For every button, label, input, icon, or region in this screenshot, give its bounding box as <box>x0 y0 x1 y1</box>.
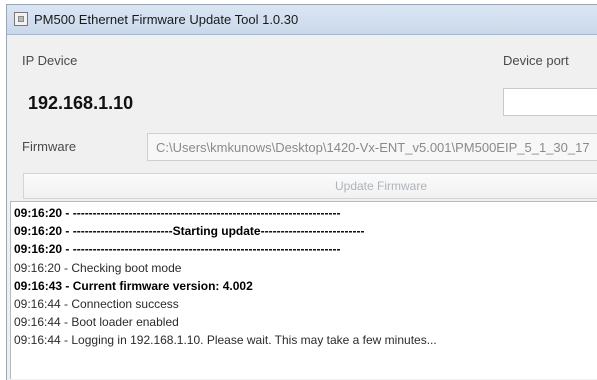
firmware-path-field[interactable]: C:\Users\kmkunows\Desktop\1420-Vx-ENT_v5… <box>147 133 597 161</box>
ip-device-label: IP Device <box>22 53 78 68</box>
log-line: 09:16:43 - Current firmware version: 4.0… <box>14 278 253 293</box>
log-line: 09:16:20 - -------------------------Star… <box>14 224 365 239</box>
device-port-label: Device port <box>503 53 569 68</box>
device-port-input[interactable] <box>503 88 597 116</box>
title-bar[interactable]: PM500 Ethernet Firmware Update Tool 1.0.… <box>7 5 597 35</box>
app-icon <box>14 12 28 26</box>
log-line: 09:16:20 - -----------------------------… <box>14 206 341 220</box>
ip-device-value: 192.168.1.10 <box>28 93 134 113</box>
log-line: 09:16:44 - Boot loader enabled <box>14 315 179 330</box>
log-line: 09:16:44 - Connection success <box>14 297 179 312</box>
log-line: 09:16:20 - -----------------------------… <box>14 242 341 257</box>
log-panel[interactable]: 09:16:20 - -----------------------------… <box>10 201 597 379</box>
update-firmware-button[interactable]: Update Firmware <box>23 173 597 199</box>
window-title: PM500 Ethernet Firmware Update Tool 1.0.… <box>34 12 299 27</box>
firmware-label: Firmware <box>22 139 77 154</box>
log-line: 09:16:44 - Logging in 192.168.1.10. Plea… <box>14 333 437 348</box>
log-line: 09:16:20 - Checking boot mode <box>14 260 182 275</box>
